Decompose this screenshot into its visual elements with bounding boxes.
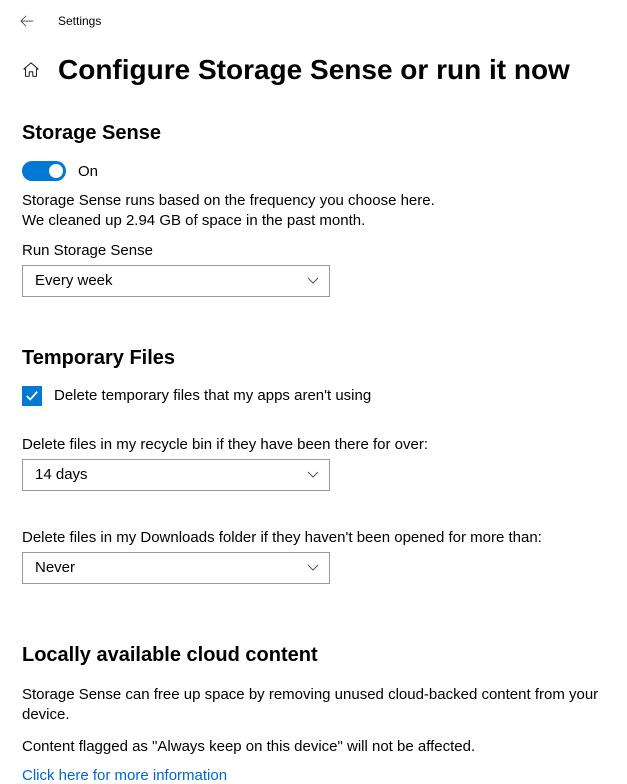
delete-temp-checkbox[interactable] bbox=[22, 386, 42, 406]
recycle-bin-select[interactable]: 14 days bbox=[22, 459, 330, 491]
temporary-files-heading: Temporary Files bbox=[22, 347, 605, 370]
top-bar: Settings bbox=[0, 0, 627, 42]
downloads-select[interactable]: Never bbox=[22, 552, 330, 584]
page-title: Configure Storage Sense or run it now bbox=[58, 54, 570, 86]
chevron-down-icon bbox=[307, 562, 319, 574]
home-icon bbox=[22, 61, 40, 79]
delete-temp-label: Delete temporary files that my apps aren… bbox=[54, 387, 371, 404]
storage-sense-heading: Storage Sense bbox=[22, 122, 605, 145]
toggle-knob bbox=[49, 164, 63, 178]
run-storage-sense-select[interactable]: Every week bbox=[22, 265, 330, 297]
storage-sense-toggle-label: On bbox=[78, 163, 98, 180]
cloud-description-2: Content flagged as "Always keep on this … bbox=[22, 737, 605, 757]
downloads-value: Never bbox=[35, 559, 75, 576]
cloud-description-1: Storage Sense can free up space by remov… bbox=[22, 685, 605, 726]
recycle-bin-label: Delete files in my recycle bin if they h… bbox=[22, 436, 605, 453]
chevron-down-icon bbox=[307, 275, 319, 287]
home-button[interactable] bbox=[22, 61, 40, 79]
recycle-bin-value: 14 days bbox=[35, 466, 88, 483]
downloads-label: Delete files in my Downloads folder if t… bbox=[22, 529, 605, 546]
storage-sense-description: Storage Sense runs based on the frequenc… bbox=[22, 191, 452, 232]
chevron-down-icon bbox=[307, 469, 319, 481]
run-storage-sense-label: Run Storage Sense bbox=[22, 242, 605, 259]
cloud-content-heading: Locally available cloud content bbox=[22, 644, 605, 667]
cloud-more-info-link[interactable]: Click here for more information bbox=[22, 767, 227, 784]
checkmark-icon bbox=[25, 389, 39, 403]
top-bar-title: Settings bbox=[58, 14, 101, 28]
back-button[interactable] bbox=[20, 14, 34, 28]
storage-sense-toggle[interactable] bbox=[22, 161, 66, 181]
run-storage-sense-value: Every week bbox=[35, 272, 113, 289]
arrow-left-icon bbox=[20, 14, 34, 28]
